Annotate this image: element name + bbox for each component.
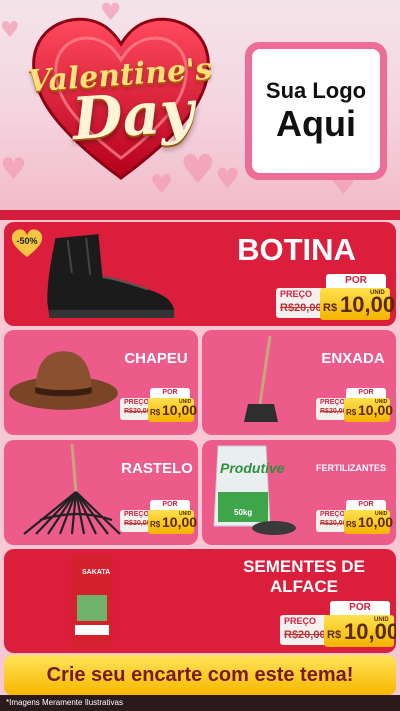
unit-label: UNID [374,617,389,623]
header-banner: ♥ ♥ ♥ ♥ ♥ ♥ ♥ Valentine's Day Sua Logo A… [0,0,400,215]
product-card-rastelo[interactable]: RASTELO POR PREÇO R$20,00 R$ 10,00 UNID [4,440,198,545]
por-label: POR [346,388,386,398]
heart-decoration-icon: ♥ [0,18,20,43]
price-tag: POR PREÇO R$20,00 R$ 10,00 UNID [120,500,197,534]
product-name-line2: ALFACE [270,577,338,596]
seed-pack-image [71,555,113,647]
header-divider [0,210,400,220]
price-tag: POR PREÇO R$20,00 R$ 10,00 UNID [120,388,197,422]
preco-box: PREÇO R$20,00 [276,288,324,318]
product-name: BOTINA [237,232,356,267]
por-label: POR [330,601,390,615]
rake-image [23,443,121,535]
currency: R$ [346,520,357,529]
heart-decoration-icon: ♥ [0,152,27,187]
bag-brand: Produtive [220,460,285,476]
old-price: R$20,00 [124,520,151,527]
por-label: POR [326,274,386,288]
por-label: POR [150,500,190,510]
product-name: CHAPEU [124,350,188,367]
price-tag: POR PREÇO R$20,00 R$ 10,00 UNID [316,500,393,534]
price-value: R$ 10,00 UNID [344,398,393,422]
product-card-enxada[interactable]: ENXADA POR PREÇO R$20,00 R$ 10,00 UNID [202,330,396,435]
price-amount: 10,00 [340,292,396,317]
hat-image [9,351,118,410]
old-price: R$20,00 [320,520,347,527]
cta-banner[interactable]: Crie seu encarte com este tema! [4,655,396,695]
hoe-image [244,335,278,422]
product-name: RASTELO [121,460,193,477]
currency: R$ [346,408,357,417]
logo-text-line2: Aqui [276,103,356,145]
footer-disclaimer: *Imagens Meramente Ilustrativas [0,695,400,711]
product-card-chapeu[interactable]: CHAPEU POR PREÇO R$20,00 R$ 10,00 UNID [4,330,198,435]
por-label: POR [150,388,190,398]
unit-label: UNID [179,399,192,405]
price-value: R$ 10,00 UNID [320,288,395,320]
preco-label: PREÇO [124,511,149,518]
price-value: R$ 10,00 UNID [148,398,197,422]
product-name: ENXADA [321,350,385,367]
por-label: POR [346,500,386,510]
fertilizer-bag-image [213,445,296,535]
preco-label: PREÇO [124,399,149,406]
old-price: R$20,00 [284,629,326,641]
preco-box: PREÇO R$20,00 [280,615,328,645]
product-name: FERTILIZANTES [316,463,386,473]
price-tag: POR PREÇO R$20,00 R$ 10,00 UNID [276,274,395,320]
price-tag: POR PREÇO R$20,00 R$ 10,00 UNID [280,601,396,647]
price-value: R$ 10,00 UNID [148,510,197,534]
currency: R$ [150,520,161,529]
unit-label: UNID [375,399,388,405]
preco-label: PREÇO [320,511,345,518]
currency: R$ [323,302,338,314]
old-price: R$20,00 [320,408,347,415]
preco-label: PREÇO [320,399,345,406]
old-price: R$20,00 [280,302,322,314]
day-title: Day [69,76,197,154]
currency: R$ [327,629,342,641]
price-value: R$ 10,00 UNID [324,615,396,647]
currency: R$ [150,408,161,417]
product-card-sementes[interactable]: SAKATA SEMENTES DE ALFACE POR PREÇO R$20… [4,549,396,653]
unit-label: UNID [375,511,388,517]
product-card-fertilizantes[interactable]: Produtive 50kg FERTILIZANTES POR PREÇO R… [202,440,396,545]
heart-decoration-icon: ♥ [215,162,241,195]
preco-label: PREÇO [280,289,313,299]
unit-label: UNID [370,290,385,296]
product-card-botina[interactable]: -50% BOTINA POR PREÇO R$20,00 R$ 10,00 U… [4,222,396,326]
pack-brand: SAKATA [82,569,111,576]
preco-label: PREÇO [284,616,317,626]
unit-label: UNID [179,511,192,517]
logo-text-line1: Sua Logo [265,78,367,104]
logo-placeholder[interactable]: Sua Logo Aqui [245,42,387,180]
old-price: R$20,00 [124,408,151,415]
boot-image [47,234,175,318]
bag-weight: 50kg [234,508,253,517]
price-tag: POR PREÇO R$20,00 R$ 10,00 UNID [316,388,393,422]
price-value: R$ 10,00 UNID [344,510,393,534]
product-name-line1: SEMENTES DE [243,557,365,576]
